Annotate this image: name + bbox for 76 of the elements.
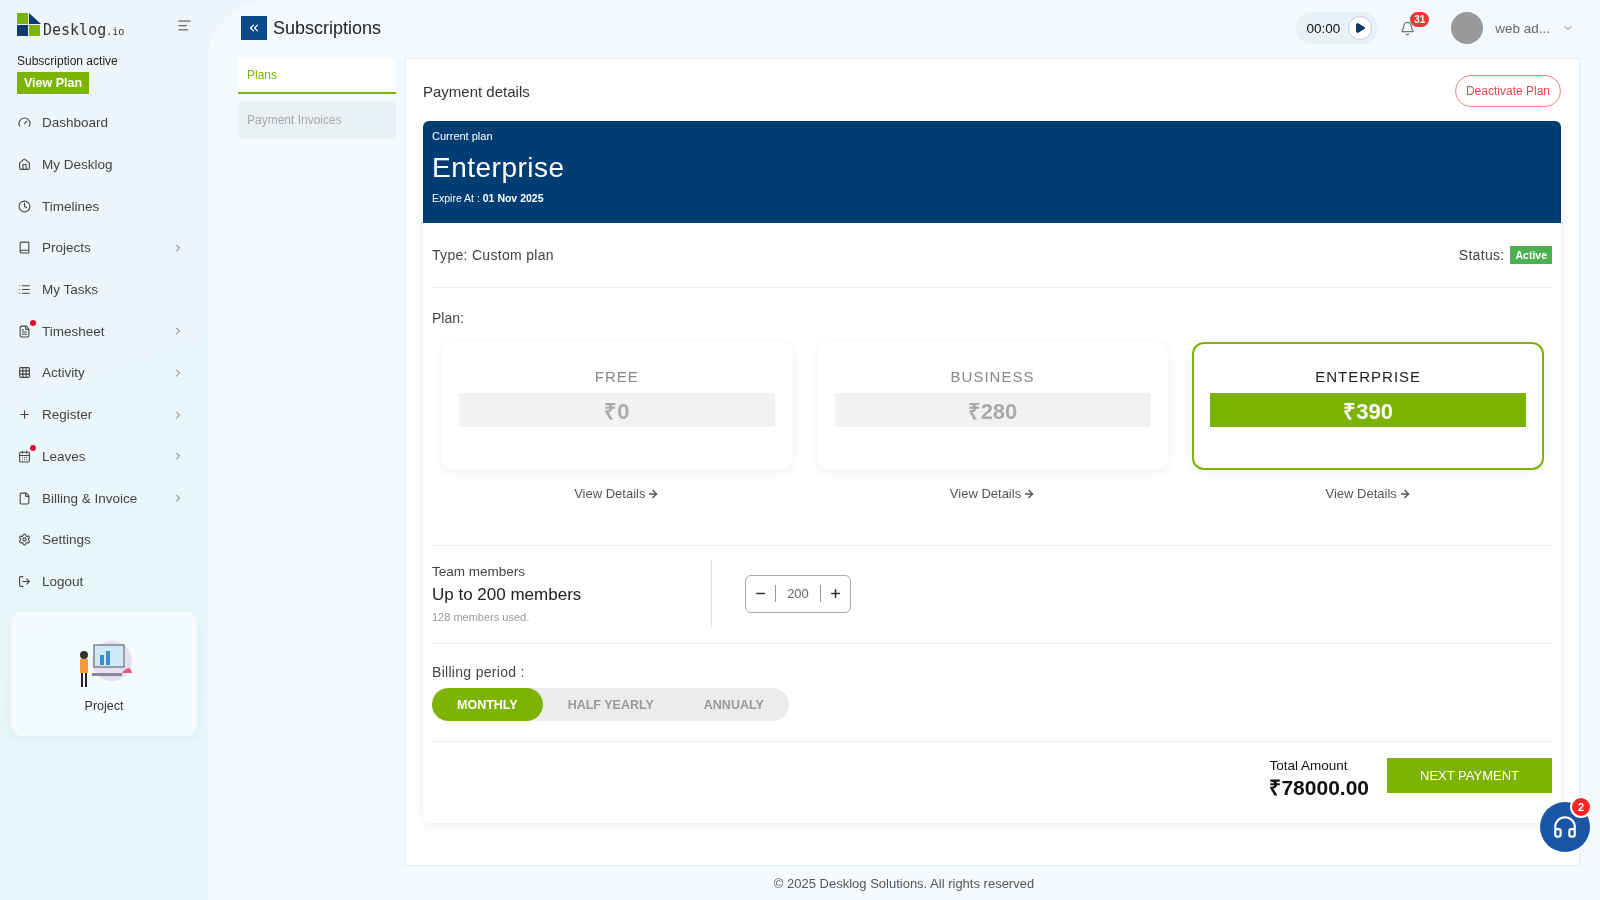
subscription-status: Subscription active [17, 54, 119, 68]
plan-price: ₹390 [1210, 393, 1526, 427]
sidebar-item[interactable]: Logout [10, 560, 198, 603]
plan-type: Type: Custom plan [432, 247, 554, 263]
notification-count: 31 [1410, 11, 1430, 27]
nav-icon [18, 408, 31, 422]
promo-card[interactable]: Project [11, 612, 197, 737]
plan-name: Enterprise [432, 152, 566, 184]
play-icon [1354, 22, 1367, 34]
arrow-right-icon [647, 487, 660, 500]
plan-title: ENTERPRISE [1315, 368, 1422, 385]
increment-button[interactable] [829, 587, 842, 600]
plan-label: Plan: [432, 310, 465, 326]
status-badge: Active [1510, 246, 1552, 264]
timer-value: 00:00 [1306, 20, 1341, 36]
nav-icon [18, 491, 31, 505]
team-label: Team members [432, 564, 527, 579]
plan-card[interactable]: ENTERPRISE ₹390 [1192, 342, 1544, 470]
nav-icon [18, 324, 31, 338]
double-chevron-left-icon [247, 21, 261, 35]
sidebar-item[interactable]: Projects [10, 227, 198, 269]
nav-icon [18, 158, 31, 172]
nav-icon [18, 116, 31, 130]
sidebar-item[interactable]: Timelines [10, 185, 198, 228]
user-menu[interactable]: web ad... [1489, 19, 1580, 37]
panel-title: Payment details [423, 82, 530, 100]
view-details-link[interactable]: View Details [574, 486, 660, 501]
sidebar-item[interactable]: Dashboard [10, 102, 198, 144]
view-details-link[interactable]: View Details [1325, 486, 1411, 501]
nav-icon [18, 241, 31, 255]
deactivate-plan-button[interactable]: Deactivate Plan [1454, 75, 1561, 107]
sidebar-item[interactable]: Leaves [10, 435, 198, 478]
notifications-button[interactable] [1400, 20, 1416, 36]
plan-title: FREE [594, 368, 639, 385]
total-amount: ₹78000.00 [1269, 775, 1370, 801]
avatar [1451, 12, 1484, 44]
plan-title: BUSINESS [950, 368, 1035, 385]
sidebar-item[interactable]: Timesheet [10, 310, 198, 353]
bell-icon [1400, 20, 1416, 36]
member-count-field[interactable]: 200 [775, 585, 821, 602]
play-button[interactable] [1348, 16, 1373, 40]
collapse-button[interactable] [241, 16, 267, 40]
promo-label: Project [84, 699, 124, 714]
nav-icon [18, 533, 31, 547]
logo-icon [17, 13, 41, 37]
page-title: Subscriptions [273, 17, 383, 39]
plan-price: ₹0 [459, 393, 775, 427]
billing-label: Billing period : [432, 664, 526, 680]
nav-icon [18, 366, 31, 380]
arrow-right-icon [1398, 487, 1411, 500]
sidebar-item[interactable]: Settings [10, 518, 198, 561]
view-details-link[interactable]: View Details [949, 486, 1036, 501]
expiry-text: Expire At : 01 Nov 2025 [432, 192, 545, 204]
plus-icon [829, 587, 842, 600]
member-stepper[interactable]: 200 [745, 574, 851, 613]
total-label: Total Amount [1269, 758, 1349, 773]
sidebar-item[interactable]: My Tasks [10, 268, 198, 311]
plan-card[interactable]: BUSINESS ₹280 [816, 342, 1169, 470]
nav-icon [18, 199, 31, 213]
nav-icon [18, 449, 31, 463]
arrow-right-icon [1023, 487, 1036, 500]
plan-card[interactable]: FREE ₹0 [441, 342, 793, 470]
logo-text: Desklog.io [43, 21, 125, 39]
team-limit: Up to 200 members [432, 585, 583, 605]
plan-price: ₹280 [834, 393, 1151, 427]
nav-icon [18, 574, 31, 588]
sidebar-item[interactable]: Activity [10, 352, 198, 394]
members-used: 128 members used. [432, 611, 531, 623]
sidebar-item[interactable]: Register [10, 393, 198, 436]
status-label: Status: [1458, 247, 1505, 263]
nav-icon [18, 283, 31, 297]
headset-icon [1552, 814, 1578, 840]
banner-caption: Current plan [432, 130, 494, 142]
menu-icon[interactable] [177, 17, 192, 33]
sidebar-item[interactable]: Billing & Invoice [10, 477, 198, 519]
sidebar-item[interactable]: My Desklog [10, 143, 198, 186]
